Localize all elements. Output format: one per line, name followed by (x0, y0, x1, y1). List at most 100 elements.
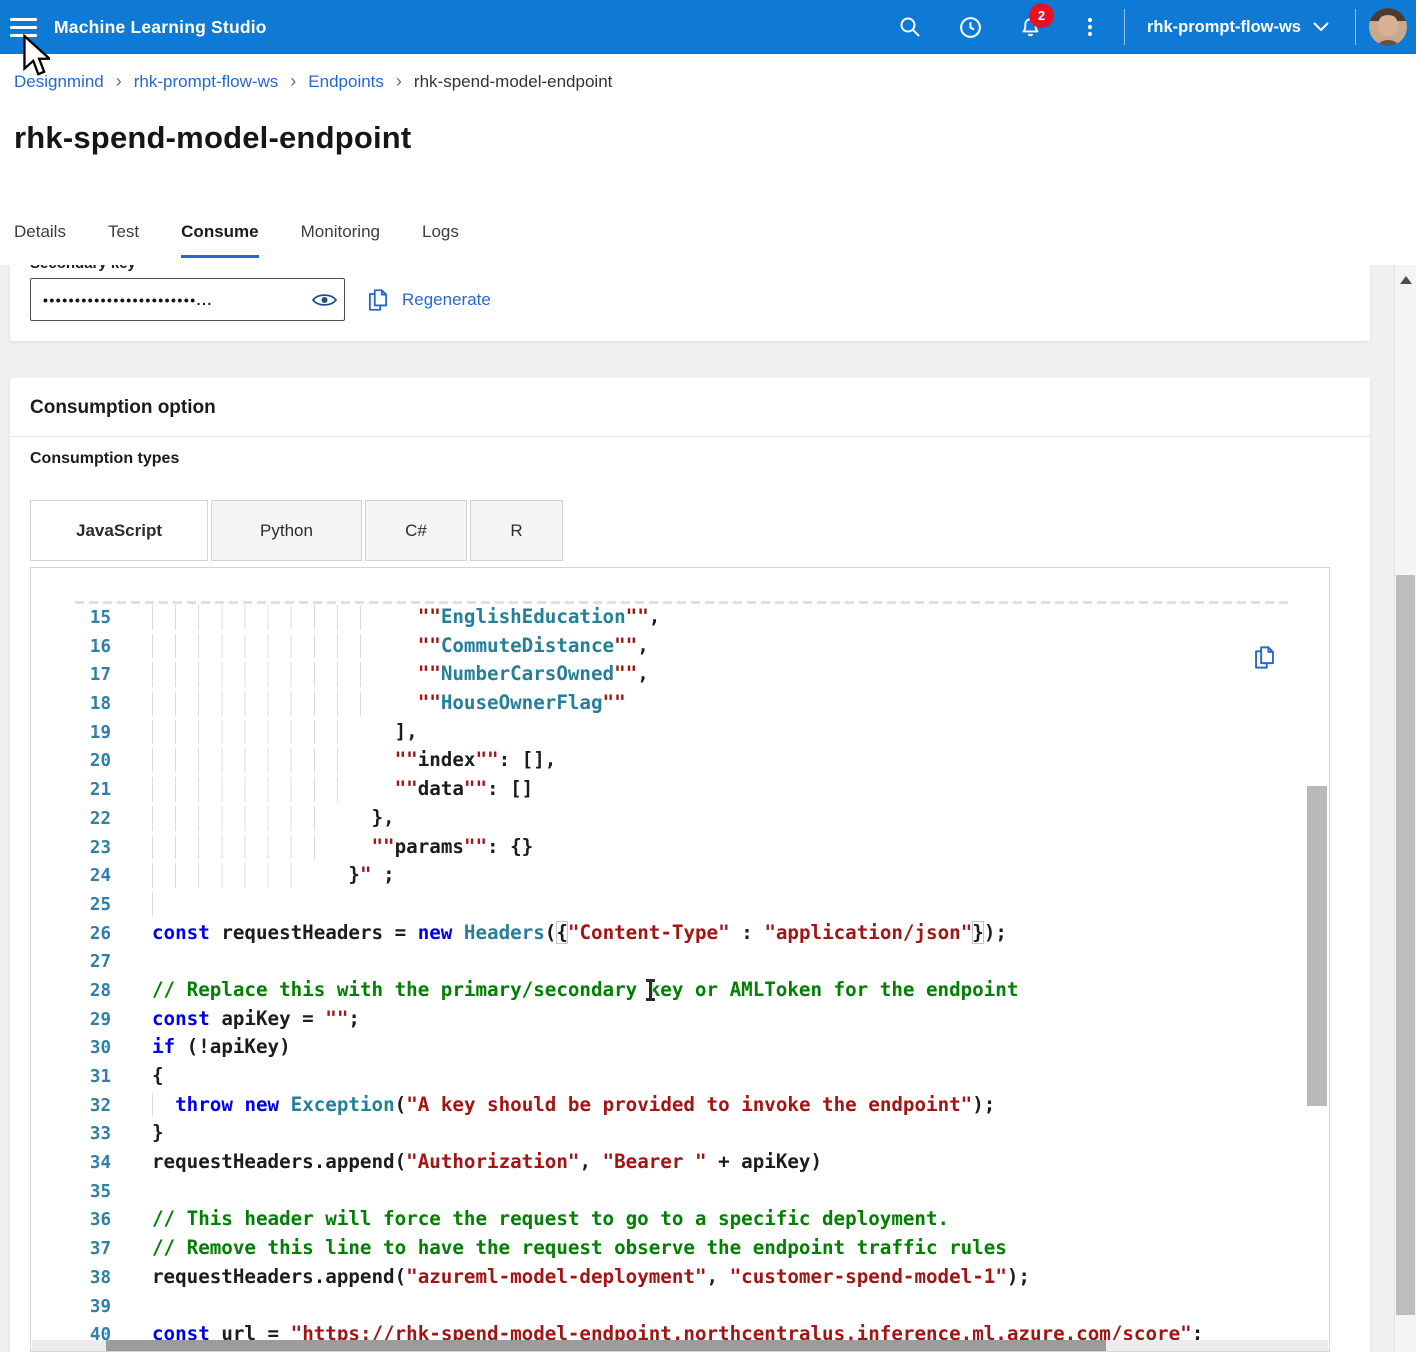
line-number: 17 (31, 661, 111, 690)
breadcrumb-item[interactable]: rhk-prompt-flow-ws (134, 72, 279, 92)
breadcrumb-separator-icon: › (396, 71, 402, 92)
code-line: 18 ""HouseOwnerFlag"" (31, 689, 1305, 718)
breadcrumb-separator-icon: › (116, 71, 122, 92)
consumption-type-tab[interactable]: Python (211, 500, 362, 561)
line-number: 30 (31, 1034, 111, 1063)
secondary-key-card: Secondary key ••••••••••••••••••••••••..… (10, 265, 1370, 341)
breadcrumb-item[interactable]: Endpoints (308, 72, 384, 92)
workspace-selector[interactable]: rhk-prompt-flow-ws (1129, 0, 1351, 54)
copy-key-button[interactable] (362, 287, 394, 317)
indent-guides (152, 634, 372, 659)
code-text: // Remove this line to have the request … (152, 1236, 1007, 1259)
code-horizontal-scrollbar-thumb[interactable] (106, 1340, 1106, 1351)
code-line: 37 // Remove this line to have the reques… (31, 1234, 1305, 1263)
text-cursor (649, 979, 652, 1001)
search-icon (898, 15, 922, 39)
topbar-divider (1124, 9, 1125, 45)
eye-icon (311, 291, 338, 309)
masked-key-value: ••••••••••••••••••••••••... (31, 292, 304, 308)
line-number: 26 (31, 920, 111, 949)
line-number: 20 (31, 747, 111, 776)
app-title: Machine Learning Studio (54, 17, 267, 38)
line-number: 39 (31, 1293, 111, 1322)
search-button[interactable] (880, 0, 940, 54)
line-number: 25 (31, 891, 111, 920)
more-options-button[interactable] (1060, 0, 1120, 54)
copy-code-button[interactable] (1249, 644, 1279, 674)
secondary-key-label: Secondary key (30, 265, 230, 274)
code-line: 30 if (!apiKey) (31, 1033, 1305, 1062)
code-line: 19 ], (31, 718, 1305, 747)
history-button[interactable] (940, 0, 1000, 54)
notification-badge: 2 (1029, 3, 1054, 28)
code-line: 29 const apiKey = ""; (31, 1005, 1305, 1034)
indent-guides (152, 892, 164, 917)
code-text: requestHeaders.append("azureml-model-dep… (152, 1265, 1030, 1288)
consumption-type-tab[interactable]: R (470, 500, 563, 561)
code-text: if (!apiKey) (152, 1035, 291, 1058)
code-line: 22 }, (31, 804, 1305, 833)
line-number: 29 (31, 1006, 111, 1035)
regenerate-key-button[interactable]: Regenerate (402, 290, 491, 310)
line-number: 21 (31, 776, 111, 805)
line-number: 15 (31, 604, 111, 633)
code-text: const apiKey = ""; (152, 1007, 360, 1030)
code-text: throw new Exception("A key should be pro… (152, 1093, 995, 1116)
code-line: 27 (31, 947, 1305, 976)
avatar-image (1368, 7, 1408, 47)
consumption-card: Consumption option Consumption types Jav… (10, 378, 1370, 1352)
notifications-button[interactable]: 2 (1000, 0, 1060, 54)
more-vertical-icon (1078, 15, 1102, 39)
code-line: 33} (31, 1119, 1305, 1148)
clock-icon (958, 15, 983, 40)
code-text: // Replace this with the primary/seconda… (152, 978, 1018, 1001)
indent-guides (152, 863, 302, 888)
line-number: 24 (31, 862, 111, 891)
code-line: 34requestHeaders.append("Authorization",… (31, 1148, 1305, 1177)
page-scrollbar-thumb[interactable] (1396, 575, 1415, 1315)
copy-icon (1251, 644, 1278, 671)
tab-test[interactable]: Test (108, 222, 139, 258)
indent-guides (152, 806, 325, 831)
breadcrumb-item: rhk-spend-model-endpoint (414, 72, 612, 92)
content-region: Secondary key ••••••••••••••••••••••••..… (0, 265, 1416, 1352)
code-text: { (152, 1064, 164, 1087)
consumption-type-tab[interactable]: C# (365, 500, 467, 561)
line-number: 32 (31, 1092, 111, 1121)
line-number: 36 (31, 1206, 111, 1235)
line-number: 38 (31, 1264, 111, 1293)
code-line: 23 ""params"": {} (31, 833, 1305, 862)
indent-guides (152, 691, 372, 716)
code-line: 25 (31, 890, 1305, 919)
workspace-name: rhk-prompt-flow-ws (1147, 18, 1301, 37)
page-title: rhk-spend-model-endpoint (14, 120, 411, 156)
scroll-up-button[interactable] (1397, 273, 1415, 287)
secondary-key-input[interactable]: ••••••••••••••••••••••••... (30, 278, 345, 321)
code-line: 21 ""data"": [] (31, 775, 1305, 804)
user-avatar[interactable] (1360, 0, 1416, 54)
code-vertical-scrollbar[interactable] (1307, 786, 1327, 1106)
line-number: 37 (31, 1235, 111, 1264)
tab-monitoring[interactable]: Monitoring (301, 222, 380, 258)
line-number: 19 (31, 719, 111, 748)
line-number: 28 (31, 977, 111, 1006)
page-scrollbar[interactable] (1394, 265, 1416, 1352)
code-horizontal-scrollbar[interactable] (32, 1340, 1328, 1351)
indent-guides (152, 605, 372, 630)
code-text: const requestHeaders = new Headers({"Con… (152, 921, 1007, 944)
code-line: 35 (31, 1177, 1305, 1206)
tab-logs[interactable]: Logs (422, 222, 459, 258)
line-number: 35 (31, 1178, 111, 1207)
hamburger-icon (10, 18, 37, 21)
show-key-button[interactable] (304, 280, 344, 320)
breadcrumb-item[interactable]: Designmind (14, 72, 104, 92)
line-number: 34 (31, 1149, 111, 1178)
tab-details[interactable]: Details (14, 222, 66, 258)
consumption-type-tab[interactable]: JavaScript (30, 500, 208, 561)
topbar-divider (1355, 9, 1356, 45)
line-number: 22 (31, 805, 111, 834)
topbar-actions: 2 rhk-prompt-flow-ws (880, 0, 1416, 54)
tab-consume[interactable]: Consume (181, 222, 258, 258)
code-line: 16 ""CommuteDistance"", (31, 632, 1305, 661)
hamburger-menu-button[interactable] (0, 0, 46, 54)
